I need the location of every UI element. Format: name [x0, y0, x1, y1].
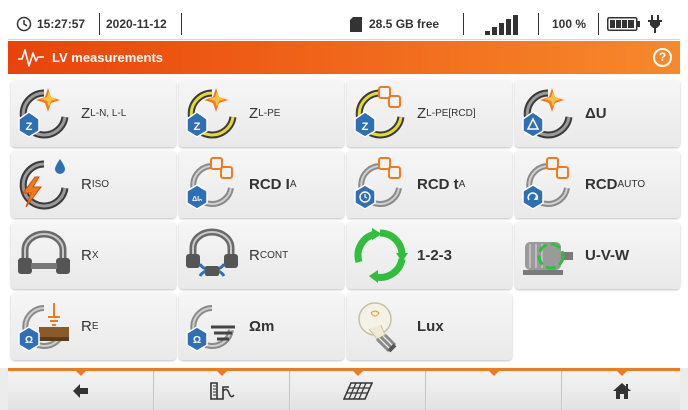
tile-label: Lux — [417, 318, 444, 335]
earth-resistance-icon: Ω — [18, 303, 69, 352]
svg-text:Z: Z — [26, 121, 33, 133]
back-arrow-icon — [72, 383, 88, 398]
tile-soil-resistivity[interactable]: Ω Ωm — [179, 293, 344, 360]
home-icon — [612, 382, 631, 399]
tile-label: Z L-PE[RCD] — [417, 105, 476, 122]
tile-label: RE — [81, 318, 99, 335]
continuity-icon — [186, 228, 238, 277]
tile-rcd-ia[interactable]: ΔIₙ RCD IA — [179, 151, 344, 218]
back-button[interactable] — [8, 371, 154, 410]
empty-button[interactable] — [427, 371, 562, 410]
tile-r-x[interactable]: RX — [11, 222, 176, 289]
svg-text:Ω: Ω — [25, 335, 33, 346]
insulation-resistance-icon — [19, 159, 69, 210]
clock-icon — [16, 8, 32, 40]
svg-text:Ω: Ω — [193, 335, 201, 346]
tile-voltage-drop[interactable]: ΔU — [515, 80, 680, 147]
status-bar: 15:27:57 2020-11-12 28.5 GB free 100 % — [8, 8, 680, 40]
rcd-trip-time-icon — [354, 157, 402, 210]
signal-bar — [513, 15, 518, 35]
tile-label: RCD AUTO — [585, 176, 646, 193]
rcd-trip-current-icon: ΔIₙ — [186, 157, 234, 210]
rcd-auto-icon — [522, 157, 570, 210]
battery-percent-text: 100 % — [552, 17, 587, 31]
tile-z-loop-lpe[interactable]: Z Z L-PE — [179, 80, 344, 147]
light-bulb-icon — [358, 302, 397, 353]
tile-label: Z L-N, L-L — [81, 105, 127, 122]
storage-free-text: 28.5 GB free — [369, 17, 440, 31]
signal-bar — [506, 19, 511, 35]
signal-icon — [483, 8, 523, 40]
motor-rotation-icon — [523, 242, 573, 275]
signal-bar — [499, 23, 504, 35]
tile-label: R ISO — [81, 176, 110, 193]
signal-bar — [485, 31, 490, 35]
waveform-icon — [18, 49, 44, 67]
measurement-grid: Z Z L-N, L-L Z Z L-PE Z Z L-PE[RCD] ΔU R… — [8, 76, 680, 368]
z-loop-icon: Z — [18, 88, 69, 139]
tile-rcd-ta[interactable]: RCD tA — [347, 151, 512, 218]
z-loop-pe-icon: Z — [186, 88, 237, 139]
tile-label: 1-2-3 — [417, 247, 453, 264]
tile-r-cont[interactable]: R CONT — [179, 222, 344, 289]
solar-panel-button[interactable] — [291, 371, 426, 410]
tile-label: RX — [81, 247, 99, 264]
tile-phase-sequence-123[interactable]: 1-2-3 — [347, 222, 512, 289]
tile-r-iso[interactable]: R ISO — [11, 151, 176, 218]
bottom-toolbar — [0, 368, 688, 410]
tile-label: RCD IA — [249, 176, 297, 193]
tile-z-loop-rcd[interactable]: Z Z L-PE[RCD] — [347, 80, 512, 147]
tile-lux[interactable]: Lux — [347, 293, 512, 360]
phase-sequence-icon — [354, 228, 408, 283]
tile-label: ΔU — [585, 105, 607, 122]
title-bar: LV measurements ? — [8, 41, 680, 74]
tile-label: Ωm — [249, 318, 275, 335]
time-text: 15:27:57 — [37, 17, 86, 31]
voltage-drop-icon — [522, 88, 573, 139]
page-title: LV measurements — [52, 50, 164, 65]
tile-label: RCD tA — [417, 176, 466, 193]
date-text: 2020-11-12 — [106, 17, 167, 31]
svg-text:Z: Z — [362, 121, 369, 133]
battery-icon — [607, 8, 641, 40]
power-plug-icon — [648, 8, 662, 40]
oscillogram-icon — [210, 381, 235, 400]
meter-screen: 15:27:57 2020-11-12 28.5 GB free 100 % L… — [0, 0, 688, 410]
tile-label: U-V-W — [585, 247, 630, 264]
signal-bar — [492, 27, 497, 35]
tile-label: R CONT — [249, 247, 289, 264]
svg-text:ΔIₙ: ΔIₙ — [192, 196, 202, 203]
tile-earth-resistance[interactable]: Ω RE — [11, 293, 176, 360]
help-icon[interactable]: ? — [653, 48, 672, 67]
oscillogram-button[interactable] — [155, 371, 290, 410]
tile-motor-rotation-uvw[interactable]: U-V-W — [515, 222, 680, 289]
tile-label: Z L-PE — [249, 105, 281, 122]
soil-resistivity-icon: Ω — [186, 305, 235, 352]
z-loop-rcd-icon: Z — [354, 86, 405, 139]
svg-text:Z: Z — [194, 121, 201, 133]
tile-rcd-auto[interactable]: RCD AUTO — [515, 151, 680, 218]
tile-z-loop-ln-ll[interactable]: Z Z L-N, L-L — [11, 80, 176, 147]
sd-card-icon — [350, 8, 362, 40]
solar-panel-icon — [343, 381, 373, 400]
home-button[interactable] — [563, 371, 680, 410]
resistance-x-icon — [18, 230, 70, 274]
